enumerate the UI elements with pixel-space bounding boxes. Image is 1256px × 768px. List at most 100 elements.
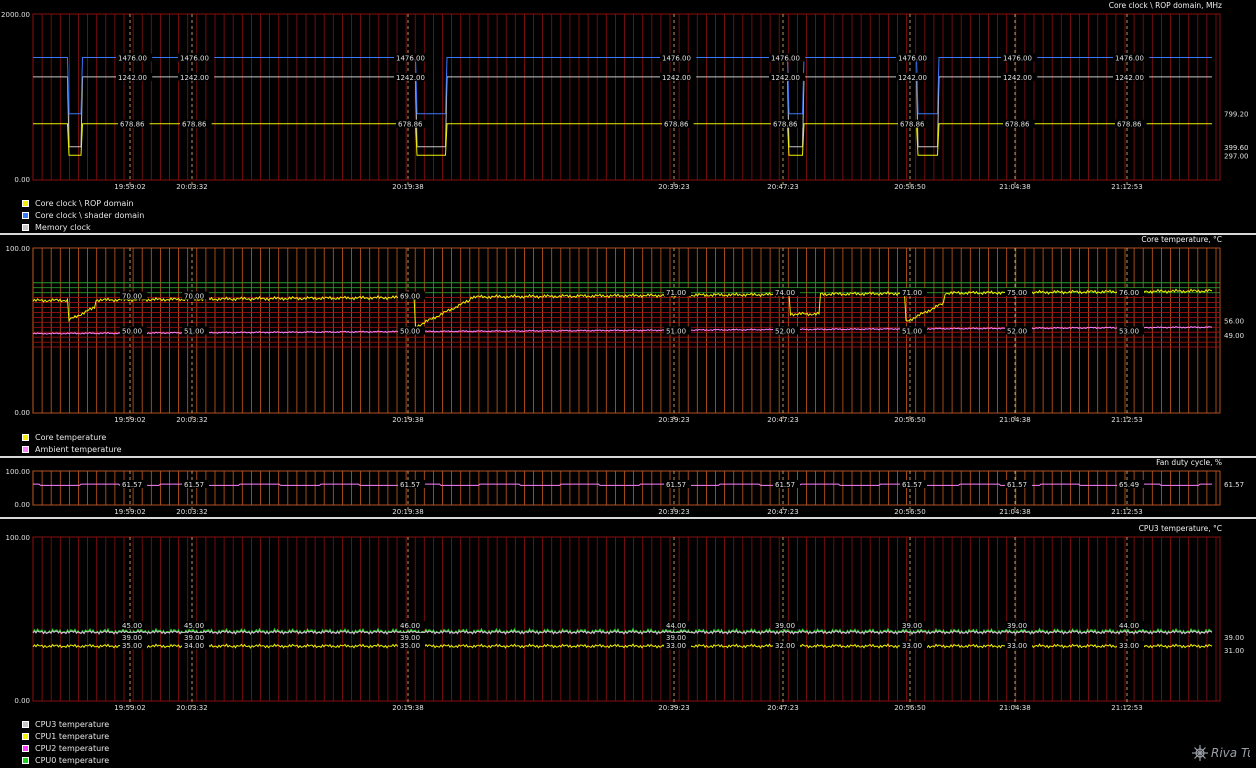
panel-title: Core temperature, °C — [1141, 235, 1222, 244]
y-axis-max-label: 100.00 — [6, 468, 31, 476]
time-label: 19:59:02 — [114, 183, 145, 191]
rivatuner-logo: Riva Tuner — [1192, 745, 1250, 761]
time-label: 20:56:50 — [894, 508, 925, 516]
time-label: 20:19:38 — [392, 183, 423, 191]
panel-divider[interactable] — [0, 517, 1256, 519]
time-label: 19:59:02 — [114, 508, 145, 516]
cpu-top-label: 39.00 — [902, 622, 922, 630]
cpu-low-label: 35.00 — [400, 642, 420, 650]
ambient-temp-label: 51.00 — [184, 328, 204, 336]
time-label: 20:03:32 — [176, 704, 207, 712]
plot-area[interactable] — [32, 13, 1221, 181]
cpu-low-label: 35.00 — [122, 642, 142, 650]
legend-item-memory[interactable]: Memory clock — [22, 221, 144, 233]
core-temp-label: 74.00 — [775, 289, 795, 297]
core-temp-label: 70.00 — [184, 293, 204, 301]
end-shader-label: 799.20 — [1224, 111, 1249, 119]
plot-area[interactable] — [32, 470, 1221, 506]
shader-value-label: 1476.00 — [118, 54, 147, 62]
cpu-top-label: 46.00 — [400, 622, 420, 630]
y-axis-max-label: 100.00 — [6, 534, 31, 542]
rop-value-label: 678.86 — [664, 121, 689, 129]
end-cpu-low-label: 31.00 — [1224, 647, 1244, 655]
time-label: 19:59:02 — [114, 416, 145, 424]
end-cpu-top-label: 39.00 — [1224, 634, 1244, 642]
y-axis-min-label: 0.00 — [14, 176, 30, 184]
cpu-top-label: 44.00 — [666, 622, 686, 630]
cpu-top-label: 39.00 — [775, 622, 795, 630]
panel-title: CPU3 temperature, °C — [1139, 524, 1222, 533]
cpu-low-label: 34.00 — [184, 642, 204, 650]
time-label: 20:19:38 — [392, 508, 423, 516]
panel-title: Core clock \ ROP domain, MHz — [1109, 1, 1222, 10]
y-axis-min-label: 0.00 — [14, 697, 30, 705]
ambient-temp-label: 52.00 — [1007, 328, 1027, 336]
time-label: 20:47:23 — [767, 704, 798, 712]
shader-value-label: 1476.00 — [771, 54, 800, 62]
ambient-temp-label: 51.00 — [902, 328, 922, 336]
panel-divider[interactable] — [0, 233, 1256, 235]
shader-value-label: 1476.00 — [1003, 54, 1032, 62]
clock-legend: Core clock \ ROP domain Core clock \ sha… — [22, 197, 144, 233]
ambient-temp-label: 51.00 — [666, 328, 686, 336]
legend-item-cpu3[interactable]: CPU3 temperature — [22, 718, 109, 730]
rop-value-label: 678.86 — [120, 121, 145, 129]
y-axis-min-label: 0.00 — [14, 501, 30, 509]
rop-value-label: 678.86 — [1005, 121, 1030, 129]
memory-value-label: 1242.00 — [662, 74, 691, 82]
legend-item-shader[interactable]: Core clock \ shader domain — [22, 209, 144, 221]
cpu-top-label: 45.00 — [184, 622, 204, 630]
cpu-low-label: 33.00 — [666, 642, 686, 650]
ambient-temp-label: 50.00 — [400, 328, 420, 336]
memory-value-label: 1242.00 — [396, 74, 425, 82]
legend-item-cpu0[interactable]: CPU0 temperature — [22, 754, 109, 766]
ambient-temp-label: 50.00 — [122, 328, 142, 336]
panel-cpu: CPU3 temperature, °C 100.00 0.00 19:59:02 20… — [6, 524, 1245, 712]
rop-value-label: 678.86 — [1117, 121, 1142, 129]
time-label: 20:03:32 — [176, 183, 207, 191]
panel-divider[interactable] — [0, 456, 1256, 458]
time-label: 20:47:23 — [767, 508, 798, 516]
coretemp-legend: Core temperature Ambient temperature — [22, 431, 122, 455]
shader-value-label: 1476.00 — [180, 54, 209, 62]
fan-value-label: 61.57 — [184, 481, 204, 489]
legend-item-cpu1[interactable]: CPU1 temperature — [22, 730, 109, 742]
time-label: 20:47:23 — [767, 183, 798, 191]
time-label: 20:03:32 — [176, 416, 207, 424]
core-temp-label: 76.00 — [1119, 289, 1139, 297]
legend-item-rop[interactable]: Core clock \ ROP domain — [22, 197, 144, 209]
time-label: 21:04:38 — [999, 183, 1030, 191]
cpu-mid-label: 39.00 — [184, 634, 204, 642]
end-ambient-temp-label: 49.00 — [1224, 332, 1244, 340]
legend-item-ambient-temp[interactable]: Ambient temperature — [22, 443, 122, 455]
time-label: 20:39:23 — [658, 508, 689, 516]
y-axis-min-label: 0.00 — [14, 409, 30, 417]
cpu-top-label: 45.00 — [122, 622, 142, 630]
shader-value-label: 1476.00 — [662, 54, 691, 62]
ambient-temp-label: 52.00 — [775, 328, 795, 336]
legend-item-core-temp[interactable]: Core temperature — [22, 431, 122, 443]
cpu-low-label: 32.00 — [775, 642, 795, 650]
shader-value-label: 1476.00 — [396, 54, 425, 62]
time-label: 21:04:38 — [999, 508, 1030, 516]
core-temp-label: 75.00 — [1007, 289, 1027, 297]
time-label: 20:56:50 — [894, 416, 925, 424]
panel-coretemp: Core temperature, °C 100.00 0.00 19:59:02 20… — [6, 235, 1245, 424]
panel-clock: Core clock \ ROP domain, MHz 2000.00 0.00 1… — [1, 1, 1248, 191]
time-label: 21:12:53 — [1111, 508, 1142, 516]
fan-value-label: 65.49 — [1119, 481, 1139, 489]
time-label: 21:12:53 — [1111, 704, 1142, 712]
time-label: 19:59:02 — [114, 704, 145, 712]
plot-area[interactable] — [32, 536, 1221, 702]
time-label: 20:19:38 — [392, 704, 423, 712]
fan-value-label: 61.57 — [400, 481, 420, 489]
cpu-top-label: 44.00 — [1119, 622, 1139, 630]
time-label: 20:56:50 — [894, 704, 925, 712]
shader-value-label: 1476.00 — [898, 54, 927, 62]
time-label: 20:56:50 — [894, 183, 925, 191]
legend-item-cpu2[interactable]: CPU2 temperature — [22, 742, 109, 754]
end-memory-label: 297.00 — [1224, 152, 1249, 160]
time-label: 20:39:23 — [658, 704, 689, 712]
cpu-top-label: 39.00 — [1007, 622, 1027, 630]
time-label: 20:39:23 — [658, 183, 689, 191]
